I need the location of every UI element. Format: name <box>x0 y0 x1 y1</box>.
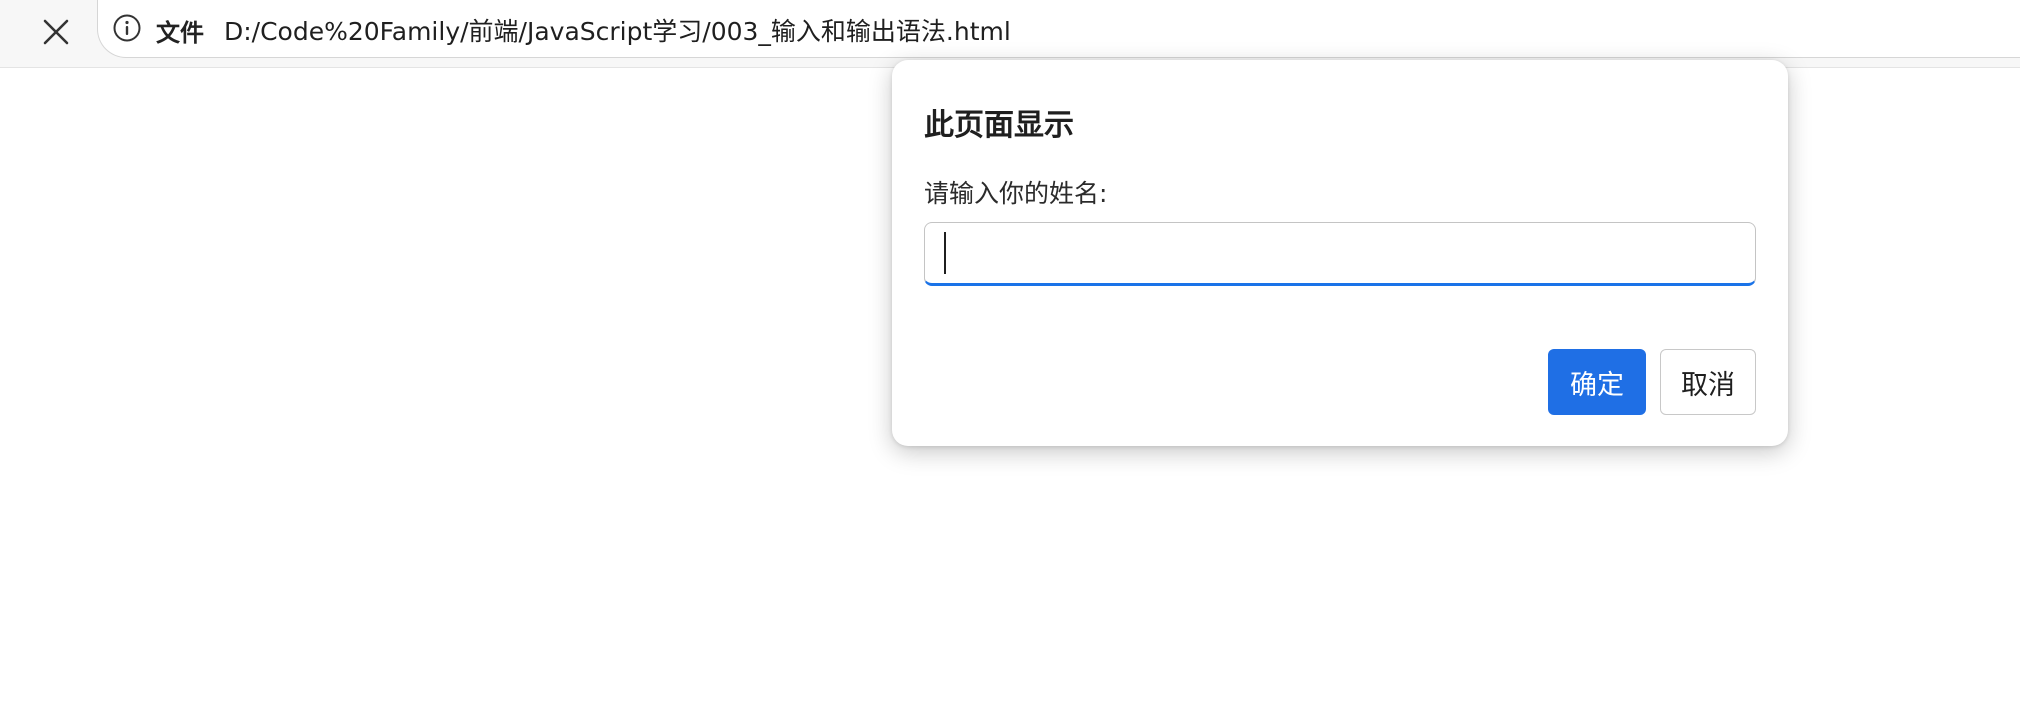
close-icon <box>43 19 69 45</box>
ok-button[interactable]: 确定 <box>1548 349 1646 415</box>
browser-toolbar: 文件 D:/Code%20Family/前端/JavaScript学习/003_… <box>0 0 2020 68</box>
dialog-title: 此页面显示 <box>924 108 1074 143</box>
prompt-dialog: 此页面显示 请输入你的姓名: 确定 取消 <box>892 60 1788 446</box>
url-text[interactable]: D:/Code%20Family/前端/JavaScript学习/003_输入和… <box>224 12 1011 48</box>
url-scheme-label: 文件 <box>156 19 204 47</box>
dialog-message: 请输入你的姓名: <box>924 179 1108 208</box>
prompt-input[interactable] <box>924 222 1756 286</box>
info-icon[interactable] <box>112 13 142 43</box>
cancel-button[interactable]: 取消 <box>1660 349 1756 415</box>
stop-loading-button[interactable] <box>30 6 82 58</box>
address-bar[interactable]: 文件 D:/Code%20Family/前端/JavaScript学习/003_… <box>97 0 2020 58</box>
text-caret <box>944 232 946 274</box>
